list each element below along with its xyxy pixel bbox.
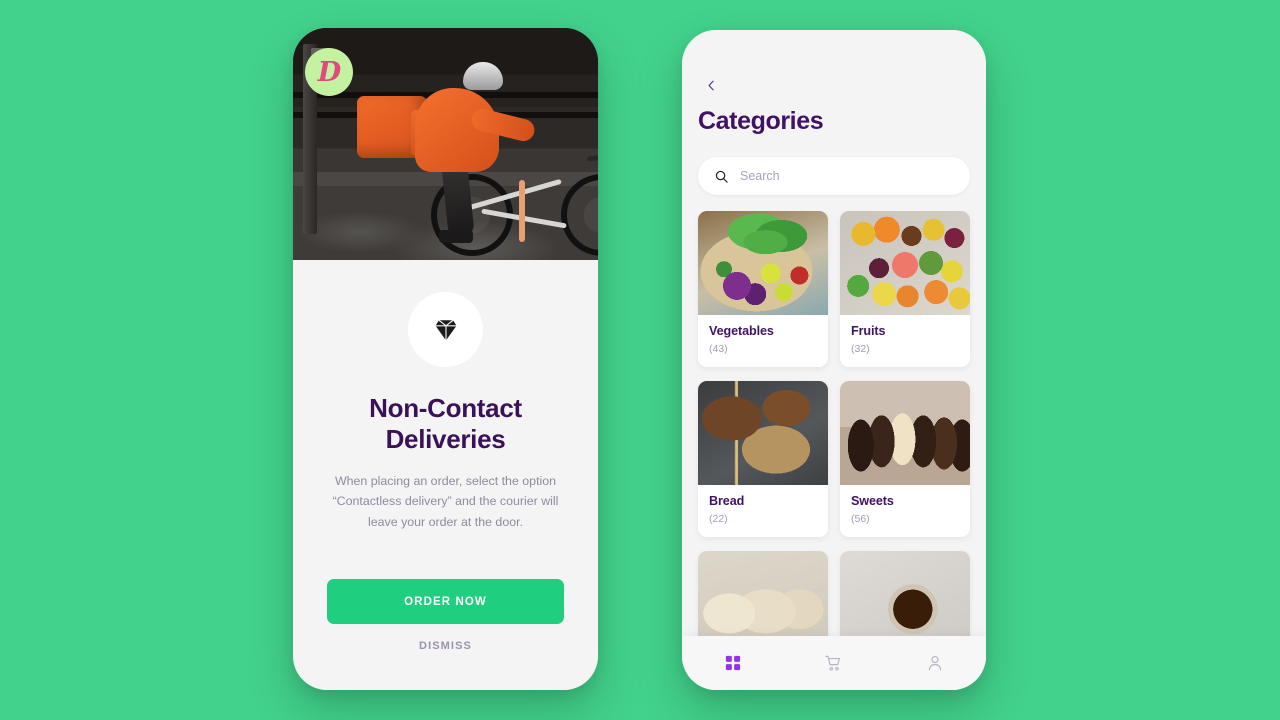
category-card-bread[interactable]: Bread (22) bbox=[698, 381, 828, 537]
hero-image: D bbox=[293, 28, 598, 260]
page-title: Categories bbox=[698, 107, 824, 135]
category-name: Sweets bbox=[851, 494, 894, 508]
category-card-sweets[interactable]: Sweets (56) bbox=[840, 381, 970, 537]
search-container bbox=[682, 136, 986, 195]
courier-helmet bbox=[463, 62, 503, 90]
nav-profile-button[interactable] bbox=[885, 654, 986, 672]
promo-phone-frame: D Non-Contact Deliveries When placing an… bbox=[293, 28, 598, 690]
promo-sheet: Non-Contact Deliveries When placing an o… bbox=[293, 260, 598, 690]
dismiss-button[interactable]: DISMISS bbox=[419, 640, 472, 652]
header-bar bbox=[682, 30, 986, 98]
category-name: Bread bbox=[709, 494, 745, 508]
category-image bbox=[840, 381, 970, 485]
search-input[interactable] bbox=[740, 169, 954, 183]
brand-logo-icon: D bbox=[305, 48, 353, 96]
promo-description: When placing an order, select the option… bbox=[332, 474, 559, 529]
nav-cart-button[interactable] bbox=[783, 654, 884, 673]
cart-icon bbox=[825, 655, 841, 671]
nav-categories-button[interactable] bbox=[682, 654, 783, 672]
grid-icon bbox=[725, 655, 740, 671]
category-image bbox=[698, 381, 828, 485]
courier-figure bbox=[357, 54, 598, 256]
category-count: (32) bbox=[851, 343, 870, 355]
category-count: (43) bbox=[709, 343, 728, 355]
courier-shoe bbox=[439, 230, 473, 243]
search-box[interactable] bbox=[698, 157, 970, 195]
category-image bbox=[698, 211, 828, 315]
bicycle-seat-tube bbox=[519, 180, 525, 242]
order-now-button[interactable]: ORDER NOW bbox=[327, 579, 564, 624]
category-card-vegetables[interactable]: Vegetables (43) bbox=[698, 211, 828, 367]
category-image bbox=[840, 551, 970, 636]
category-card-partial-right[interactable] bbox=[840, 551, 970, 636]
person-icon bbox=[929, 655, 942, 671]
category-grid[interactable]: Vegetables (43) Fruits (32) Bread (22) S… bbox=[682, 211, 986, 636]
bottom-navigation bbox=[682, 636, 986, 690]
categories-phone-frame: Categories Vegetables (43) bbox=[682, 30, 986, 690]
back-button[interactable] bbox=[698, 72, 724, 98]
category-name: Vegetables bbox=[709, 324, 774, 338]
page-title: Non-Contact Deliveries bbox=[369, 393, 522, 454]
chevron-left-icon bbox=[708, 80, 714, 90]
category-card-partial-left[interactable] bbox=[698, 551, 828, 636]
search-icon bbox=[715, 170, 728, 183]
category-image bbox=[840, 211, 970, 315]
category-count: (56) bbox=[851, 513, 870, 525]
category-name: Fruits bbox=[851, 324, 886, 338]
category-image bbox=[698, 551, 828, 636]
category-count: (22) bbox=[709, 513, 728, 525]
brand-logo-letter: D bbox=[317, 56, 341, 88]
diamond-gem-icon bbox=[434, 319, 457, 340]
category-card-fruits[interactable]: Fruits (32) bbox=[840, 211, 970, 367]
diamond-badge bbox=[408, 292, 483, 367]
